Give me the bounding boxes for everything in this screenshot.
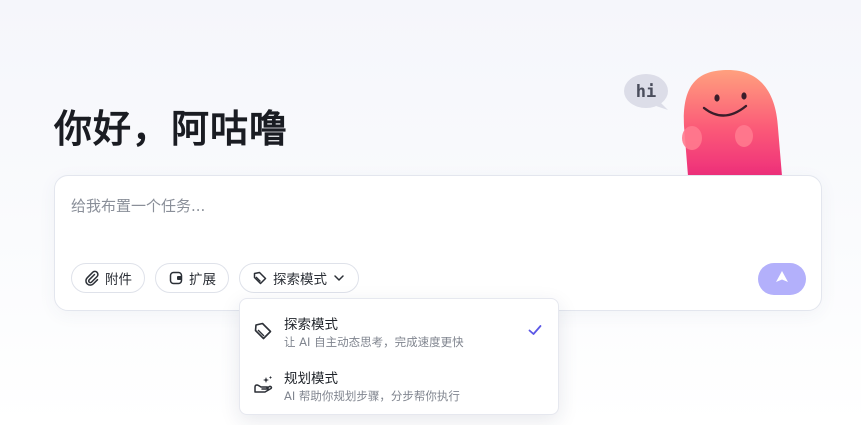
mode-option-title: 探索模式	[284, 317, 338, 333]
mascot-illustration: hi	[624, 70, 782, 176]
mascot-body	[683, 70, 782, 176]
mode-dropdown-menu: 探索模式 让 AI 自主动态思考，完成速度更快 规划模式 AI 帮助你规划步骤，…	[239, 298, 559, 415]
mode-option-plan[interactable]: 规划模式 AI 帮助你规划步骤，分步帮你执行	[240, 361, 558, 413]
attach-label: 附件	[105, 272, 132, 288]
plugin-icon	[168, 270, 184, 286]
extend-button[interactable]: 扩展	[155, 263, 229, 293]
mode-label: 探索模式	[273, 272, 327, 288]
task-composer: 附件 扩展 探索模式	[54, 175, 822, 311]
mode-option-description: AI 帮助你规划步骤，分步帮你执行	[284, 389, 460, 403]
speech-bubble: hi	[624, 74, 668, 110]
speech-bubble-text: hi	[636, 82, 656, 102]
check-icon	[526, 321, 544, 339]
chevron-down-icon	[332, 271, 346, 285]
paperclip-icon	[84, 270, 100, 286]
mode-option-explore[interactable]: 探索模式 让 AI 自主动态思考，完成速度更快	[240, 307, 558, 359]
sparkle-hand-icon	[252, 374, 274, 396]
extend-label: 扩展	[189, 272, 216, 288]
mode-option-description: 让 AI 自主动态思考，完成速度更快	[284, 335, 464, 349]
page-title: 你好，阿咕噜	[54, 107, 289, 151]
attach-button[interactable]: 附件	[71, 263, 145, 293]
mode-option-title: 规划模式	[284, 371, 338, 387]
send-arrow-icon	[774, 269, 790, 289]
send-button[interactable]	[758, 263, 806, 295]
mode-select-button[interactable]: 探索模式	[239, 263, 359, 293]
task-input[interactable]	[71, 194, 771, 218]
tag-icon	[252, 270, 268, 286]
tag-icon	[252, 320, 274, 342]
